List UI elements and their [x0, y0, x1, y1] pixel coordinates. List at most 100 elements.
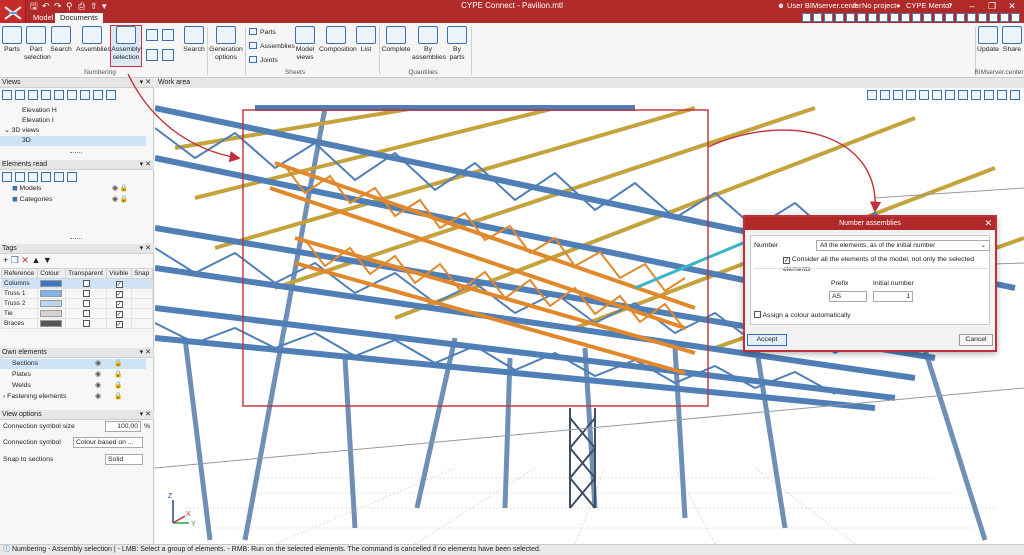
sheets-joints-button[interactable]: Joints [249, 56, 278, 66]
colour-swatch[interactable] [40, 289, 63, 297]
list-item-welds[interactable]: Welds [12, 381, 31, 391]
parts-button[interactable]: Parts [2, 26, 22, 54]
view-tool-icon[interactable] [67, 90, 77, 100]
element-tool-icon[interactable] [28, 172, 38, 182]
mentor-label[interactable]: CYPE Mentor [906, 1, 952, 11]
add-icon[interactable]: + [3, 255, 8, 265]
assemblies-button[interactable]: Assemblies [76, 26, 111, 54]
view-tool-icon[interactable] [106, 90, 116, 100]
column-header[interactable]: Snap [131, 268, 153, 279]
generation-options-button[interactable]: Generation options [209, 26, 243, 62]
element-tool-icon[interactable] [41, 172, 51, 182]
visibility-icon[interactable]: ◉ 🔒 [95, 359, 123, 369]
panel-controls[interactable]: ▾ ✕ [140, 78, 151, 88]
tag-transparent[interactable] [65, 298, 108, 309]
consider-checkbox[interactable]: ✓ [783, 257, 790, 264]
visible-checkbox[interactable]: ✓ [115, 300, 123, 308]
view-icon[interactable] [890, 13, 899, 22]
visible-checkbox[interactable]: ✓ [115, 280, 123, 288]
delete-icon[interactable]: ✕ [21, 255, 29, 265]
assembly-selection-button[interactable]: Assembly selection [110, 25, 142, 67]
colour-row[interactable]: Assign a colour automatically [754, 311, 851, 321]
colour-swatch[interactable] [40, 319, 63, 327]
save-icon[interactable]: 🖫 [30, 1, 38, 11]
tag-visible[interactable]: ✓ [106, 278, 133, 289]
tag-colour[interactable] [37, 288, 67, 299]
tag-reference[interactable]: Truss 2 [0, 298, 39, 309]
visible-checkbox[interactable]: ✓ [115, 310, 123, 318]
colour-swatch[interactable] [40, 279, 63, 287]
tag-transparent[interactable] [65, 288, 108, 299]
user-label[interactable]: User BIMserver.center [787, 1, 862, 11]
tab-model[interactable]: Model [28, 13, 58, 23]
view-tool-icon[interactable] [93, 90, 103, 100]
tree-item-elevation-i[interactable]: Elevation I [22, 116, 54, 126]
project-label[interactable]: No project [862, 1, 896, 11]
view-icon[interactable] [978, 13, 987, 22]
sheets-assemblies-button[interactable]: Assemblies [249, 42, 295, 52]
view-icon[interactable] [901, 13, 910, 22]
view-tool-icon[interactable] [28, 90, 38, 100]
tag-visible[interactable]: ✓ [106, 288, 133, 299]
list-item-sections[interactable]: Sections [0, 359, 146, 369]
tag-colour[interactable] [37, 318, 67, 329]
view-icon[interactable] [813, 13, 822, 22]
view-icon[interactable] [923, 13, 932, 22]
tree-item-3d[interactable]: 3D [0, 136, 146, 146]
transparent-checkbox[interactable] [82, 319, 90, 327]
tag-visible[interactable]: ✓ [106, 318, 133, 329]
transparent-checkbox[interactable] [82, 299, 90, 307]
numbering-tool-icon[interactable] [162, 49, 174, 61]
table-row[interactable]: Columns ✓ [0, 278, 153, 289]
copy-icon[interactable]: ❐ [11, 255, 19, 265]
colour-swatch[interactable] [40, 299, 63, 307]
search-icon[interactable]: ⚲ [66, 1, 73, 11]
element-tool-icon[interactable] [2, 172, 12, 182]
composition-button[interactable]: Composition [319, 26, 357, 54]
tag-snap[interactable] [131, 288, 153, 299]
maximize-icon[interactable]: ❐ [982, 0, 1002, 12]
tag-colour[interactable] [37, 278, 67, 289]
tree-item-3d-views[interactable]: ⌄ 3D views [4, 126, 39, 136]
view-tool-icon[interactable] [41, 90, 51, 100]
help-icon[interactable]: ? [948, 1, 952, 11]
tag-transparent[interactable] [65, 278, 108, 289]
prefix-input[interactable]: AS [829, 291, 867, 302]
view-tool-icon[interactable] [54, 90, 64, 100]
column-header[interactable]: Reference [0, 268, 39, 279]
search-parts-button[interactable]: Search [50, 26, 72, 54]
colour-checkbox[interactable] [754, 311, 761, 318]
tag-reference[interactable]: Columns [0, 278, 39, 289]
view-icon[interactable] [1000, 13, 1009, 22]
view-icon[interactable] [857, 13, 866, 22]
tag-snap[interactable] [131, 298, 153, 309]
view-icon[interactable] [868, 13, 877, 22]
transparent-checkbox[interactable] [82, 279, 90, 287]
view-tool-icon[interactable] [80, 90, 90, 100]
symbol-select[interactable]: Colour based on ... [73, 437, 143, 448]
column-header[interactable]: Colour [37, 268, 67, 279]
numbering-tool-icon[interactable] [146, 29, 158, 41]
move-down-icon[interactable]: ▼ [43, 255, 52, 265]
by-assemblies-button[interactable]: By assemblies [412, 26, 446, 62]
resize-grip[interactable] [70, 238, 82, 240]
panel-controls[interactable]: ▾ ✕ [140, 244, 151, 254]
number-select[interactable]: All the elements, as of the initial numb… [816, 240, 990, 251]
table-row[interactable]: Truss 2 ✓ [0, 298, 153, 309]
info-icon[interactable] [67, 172, 77, 182]
undo-icon[interactable]: ↶ [42, 1, 50, 11]
close-icon[interactable]: ✕ [984, 217, 992, 230]
model-views-button[interactable]: Model views [293, 26, 317, 62]
tag-snap[interactable] [131, 308, 153, 319]
cancel-button[interactable]: Cancel [959, 334, 993, 346]
view-tool-icon[interactable] [2, 90, 12, 100]
tree-item-elevation-h[interactable]: Elevation H [22, 106, 57, 116]
initial-number-input[interactable]: 1 [873, 291, 913, 302]
export-icon[interactable]: ⇧ [90, 1, 98, 11]
visibility-icon[interactable]: ◉ 🔒 [95, 370, 123, 380]
numbering-tool-icon[interactable] [162, 29, 174, 41]
list-item-fastening[interactable]: › Fastening elements [3, 392, 66, 402]
transparent-checkbox[interactable] [82, 309, 90, 317]
tree-item-models[interactable]: ◼ Models [12, 184, 41, 194]
visibility-icon[interactable]: ◉ 🔒 [112, 195, 128, 205]
